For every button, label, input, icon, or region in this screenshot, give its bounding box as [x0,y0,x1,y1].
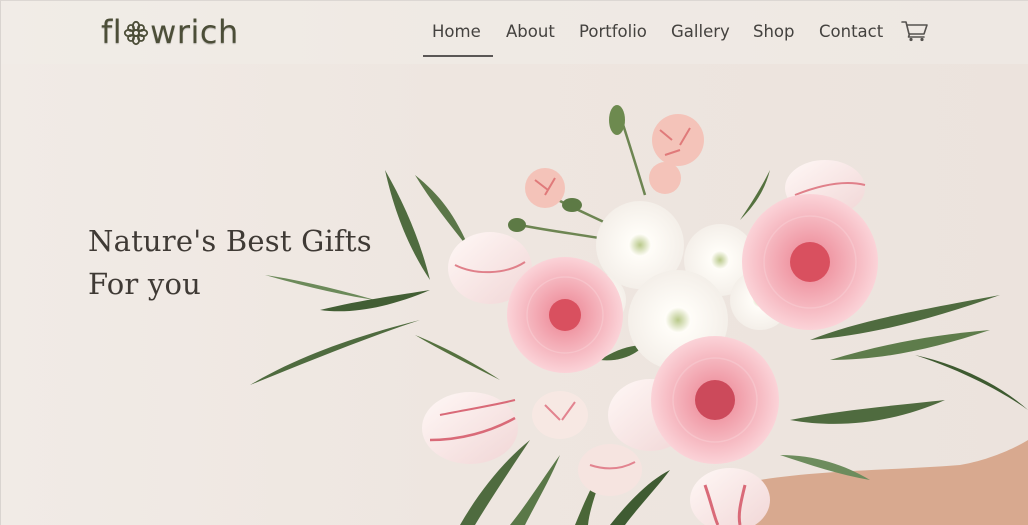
site-header: fl wrich Home About Portfolio Gallery Sh… [0,0,1028,64]
logo-text-prefix: fl [101,13,123,51]
nav-item-about[interactable]: About [506,22,555,46]
hero-headline-line-2: For you [88,267,201,301]
hero-headline-line-1: Nature's Best Gifts [88,224,372,258]
nav-item-shop[interactable]: Shop [753,22,795,46]
brand-logo[interactable]: fl wrich [101,12,239,52]
nav-active-underline [423,55,493,57]
nav-item-contact[interactable]: Contact [819,22,883,46]
logo-text-suffix: wrich [150,13,239,51]
shopping-cart-icon[interactable] [901,20,929,42]
hero-headline: Nature's Best Gifts For you [88,220,372,306]
nav-item-gallery[interactable]: Gallery [671,22,730,46]
nav-item-portfolio[interactable]: Portfolio [579,22,647,46]
hero-section: Nature's Best Gifts For you [0,0,1028,525]
nav-item-home[interactable]: Home [432,22,481,46]
flower-logo-icon [124,20,149,46]
